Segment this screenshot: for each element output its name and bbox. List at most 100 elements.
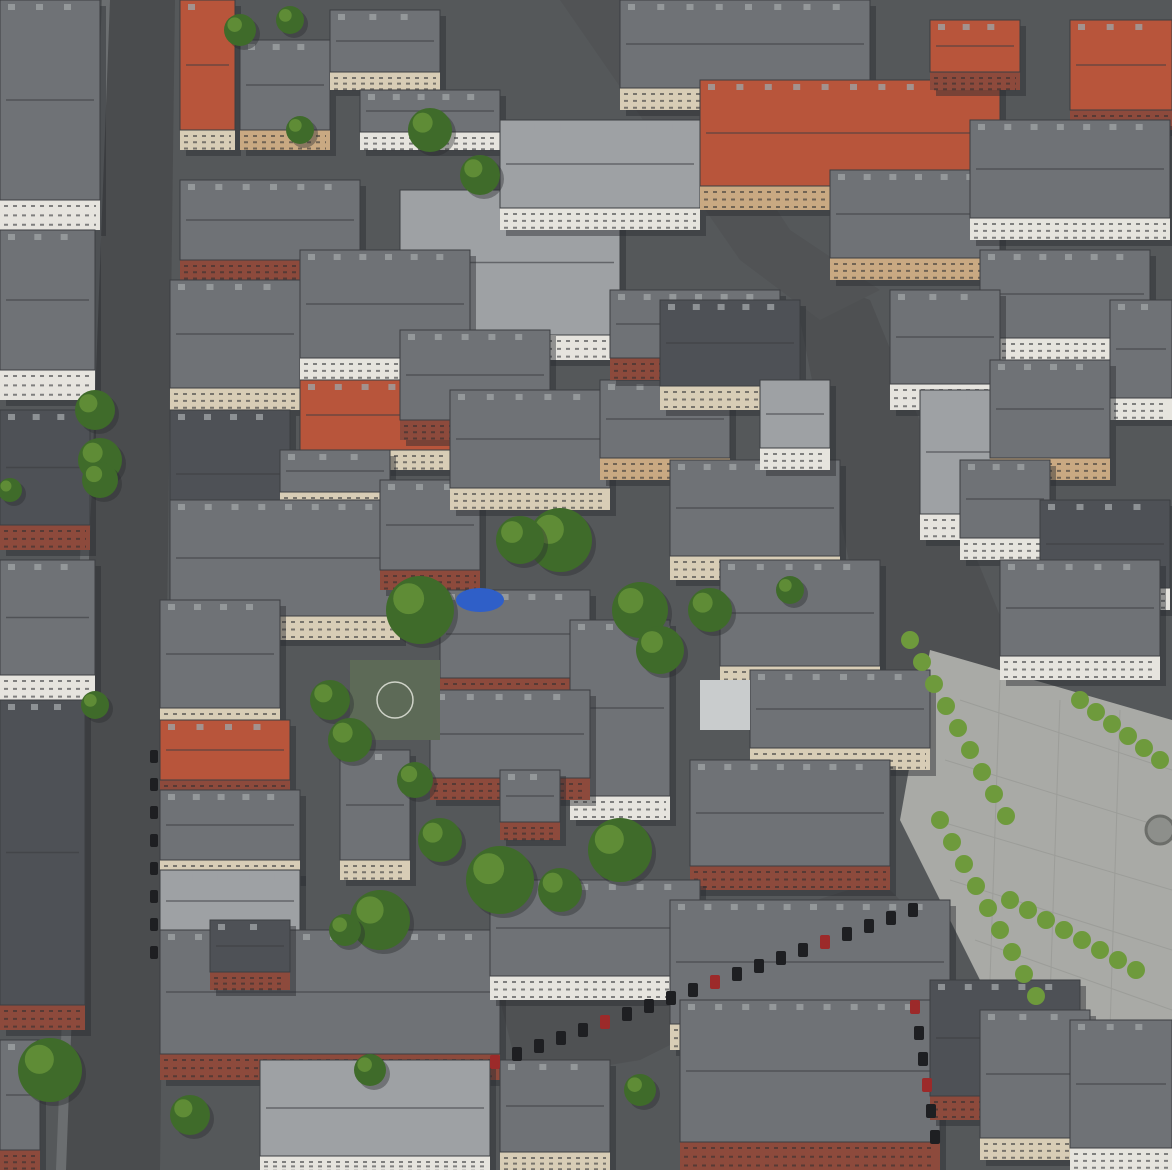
roof-dormer — [1024, 364, 1031, 370]
building-facade — [500, 1152, 610, 1170]
roof-dormer — [1056, 124, 1064, 130]
roof-dormer — [745, 4, 752, 10]
parked-car — [644, 999, 654, 1013]
roof-dormer — [1076, 504, 1084, 510]
roof-dormer — [570, 1064, 578, 1070]
roof-dormer — [553, 694, 561, 700]
parked-car — [820, 935, 830, 949]
tree-canopy — [329, 914, 361, 946]
roof-dormer — [60, 564, 68, 570]
roof-dormer — [1065, 254, 1072, 260]
roof-dormer — [639, 124, 647, 130]
roof-dormer — [220, 604, 227, 610]
roof-dormer — [776, 764, 784, 770]
tree-highlight — [85, 465, 103, 483]
roof-dormer — [434, 334, 442, 340]
roof-dormer — [704, 904, 712, 910]
roof-dormer — [215, 184, 223, 190]
roof-dormer — [188, 184, 195, 190]
roof-dormer — [256, 414, 263, 420]
aerial-map-view[interactable] — [0, 0, 1172, 1170]
roof-dormer — [285, 504, 292, 510]
tree-canopy — [496, 516, 544, 564]
roof-dormer — [1019, 1014, 1027, 1020]
roof-dormer — [555, 594, 563, 600]
roof-dormer — [688, 1004, 695, 1010]
parked-car — [600, 1015, 610, 1029]
roof-dormer — [840, 674, 847, 680]
roof-dormer — [338, 14, 345, 20]
plaza-tree — [1103, 715, 1121, 733]
plaza-tree — [1015, 965, 1033, 983]
tree-canopy — [18, 1038, 82, 1102]
roof-dormer — [361, 384, 369, 390]
tree-highlight — [542, 872, 563, 893]
roof-dormer — [758, 674, 765, 680]
roof-dormer — [1050, 1014, 1058, 1020]
roof-dormer — [736, 84, 744, 90]
roof-dormer — [428, 1064, 436, 1070]
roof-dormer — [929, 294, 937, 300]
roof-dormer — [1048, 504, 1055, 510]
building-facade — [760, 448, 830, 470]
tree-highlight — [641, 631, 663, 653]
building-facade — [450, 488, 610, 510]
roof-dormer — [678, 904, 685, 910]
roof-dormer — [1106, 24, 1114, 30]
roof-dormer — [8, 234, 15, 240]
plaza-tree — [997, 807, 1015, 825]
parked-car — [910, 1000, 920, 1014]
roof-dormer — [508, 124, 515, 130]
tree-highlight — [473, 853, 505, 885]
roof-dormer — [959, 394, 967, 400]
roof-dormer — [643, 294, 651, 300]
plaza-tree — [1151, 751, 1169, 769]
roof-dormer — [217, 794, 225, 800]
roof-dormer — [783, 904, 791, 910]
roof-dormer — [1135, 1024, 1143, 1030]
roof-dormer — [960, 294, 968, 300]
roof-dormer — [297, 184, 305, 190]
roof-dormer — [1036, 564, 1044, 570]
roof-dormer — [34, 234, 42, 240]
roof-dormer — [715, 1004, 723, 1010]
roof-dormer — [1039, 254, 1047, 260]
roof-dormer — [708, 84, 715, 90]
roof-dormer — [768, 384, 775, 390]
roof-dormer — [1123, 564, 1131, 570]
tree-highlight — [83, 693, 97, 707]
roof-dormer — [400, 14, 408, 20]
parked-car — [512, 1047, 522, 1061]
roof-dormer — [767, 304, 775, 310]
tree-highlight — [617, 587, 644, 614]
roof-dormer — [814, 564, 822, 570]
tree-canopy — [75, 390, 115, 430]
tree-highlight — [24, 1044, 54, 1074]
parked-car — [732, 967, 742, 981]
tree-highlight — [412, 112, 433, 133]
tree-highlight — [778, 578, 792, 592]
roof-dormer — [613, 124, 621, 130]
roof-dormer — [461, 334, 469, 340]
plaza-tree — [901, 631, 919, 649]
roof-dormer — [168, 874, 175, 880]
roof-dormer — [438, 934, 445, 940]
plaza-tree — [1091, 941, 1109, 959]
roof-dormer — [294, 1064, 302, 1070]
tree-highlight — [692, 592, 713, 613]
roof-dormer — [311, 504, 319, 510]
roof-dormer — [288, 454, 295, 460]
roof-dormer — [906, 84, 914, 90]
roof-dormer — [242, 184, 250, 190]
roof-dormer — [385, 254, 392, 260]
roof-dormer — [408, 194, 415, 200]
roof-dormer — [230, 414, 237, 420]
square-fountain — [1144, 814, 1172, 846]
roof-dormer — [8, 564, 15, 570]
plaza-tree — [1003, 943, 1021, 961]
roof-dormer — [1076, 364, 1083, 370]
roof-dormer — [1141, 304, 1148, 310]
roof-dormer — [578, 624, 585, 630]
roof-dormer — [442, 94, 450, 100]
plaza-tree — [1087, 703, 1105, 721]
